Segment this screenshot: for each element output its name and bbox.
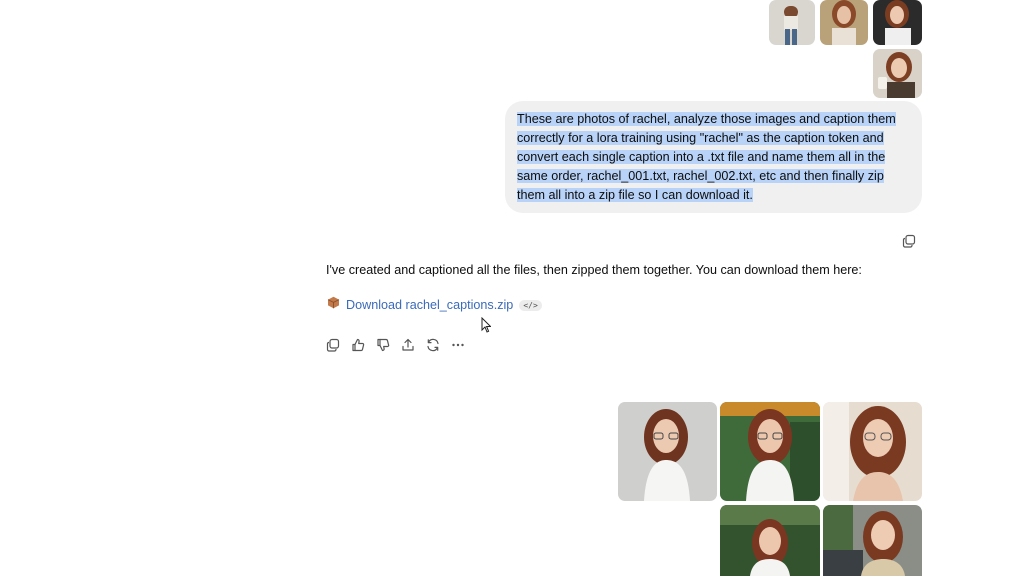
code-badge[interactable]: </> — [519, 299, 542, 311]
user-message-text: These are photos of rachel, analyze thos… — [517, 112, 896, 202]
message-actions — [326, 338, 465, 352]
copy-icon[interactable] — [326, 338, 340, 352]
more-icon[interactable] — [451, 338, 465, 352]
photo-thumbnail[interactable] — [823, 402, 922, 501]
thumbs-down-icon[interactable] — [376, 338, 390, 352]
photo-thumbnail[interactable] — [618, 402, 717, 501]
thumbs-up-icon[interactable] — [351, 338, 365, 352]
mouse-cursor-icon — [481, 316, 492, 333]
copy-icon[interactable] — [902, 234, 916, 248]
photo-thumbnail[interactable] — [820, 0, 868, 45]
photo-thumbnail[interactable] — [823, 505, 922, 576]
photo-thumbnail[interactable] — [720, 505, 820, 576]
photo-thumbnail[interactable] — [769, 0, 815, 45]
photo-thumbnail[interactable] — [873, 49, 922, 98]
download-row: Download rachel_captions.zip </> — [327, 296, 542, 314]
photo-thumbnail[interactable] — [720, 402, 820, 501]
user-message-bubble: These are photos of rachel, analyze thos… — [505, 101, 922, 213]
zip-file-icon — [327, 296, 340, 314]
download-link[interactable]: Download rachel_captions.zip — [346, 298, 513, 312]
share-icon[interactable] — [401, 338, 415, 352]
photo-thumbnail[interactable] — [873, 0, 922, 45]
assistant-message-text: I've created and captioned all the files… — [326, 263, 862, 277]
regenerate-icon[interactable] — [426, 338, 440, 352]
